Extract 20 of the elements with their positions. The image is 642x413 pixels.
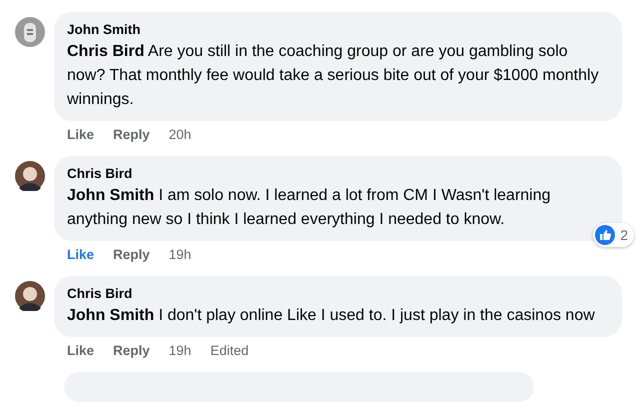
- like-link[interactable]: Like: [67, 342, 94, 358]
- comment-text: Chris Bird Are you still in the coaching group or are you gambling solo now? That monthly fee would take a serious bite out of your $1000 monthly winnings.: [67, 42, 600, 110]
- avatar-icon[interactable]: [15, 161, 45, 191]
- timestamp[interactable]: 19h: [168, 246, 192, 262]
- comment-text: John Smith I am solo now. I learned a lot from CM I Wasn't learning anything new so I think I learned everything I needed to know.: [67, 186, 552, 230]
- reply-link[interactable]: Reply: [113, 246, 150, 262]
- timestamp[interactable]: 20h: [168, 126, 192, 142]
- comment-text: John Smith I don't play online Like I used to. I just play in the casinos now: [67, 306, 596, 326]
- like-link[interactable]: Like: [67, 126, 94, 142]
- avatar-icon[interactable]: [15, 281, 45, 311]
- timestamp[interactable]: 19h: [168, 342, 192, 358]
- reaction-count[interactable]: 2: [593, 223, 634, 247]
- author-name[interactable]: John Smith: [67, 20, 608, 40]
- reply-link[interactable]: Reply: [113, 126, 150, 142]
- thumbs-up-icon: [595, 225, 616, 245]
- edited-label: Edited: [210, 342, 249, 358]
- author-name[interactable]: Chris Bird: [67, 284, 608, 304]
- like-link[interactable]: Like: [67, 246, 94, 262]
- reply-link[interactable]: Reply: [113, 342, 150, 358]
- author-name[interactable]: Chris Bird: [67, 164, 608, 184]
